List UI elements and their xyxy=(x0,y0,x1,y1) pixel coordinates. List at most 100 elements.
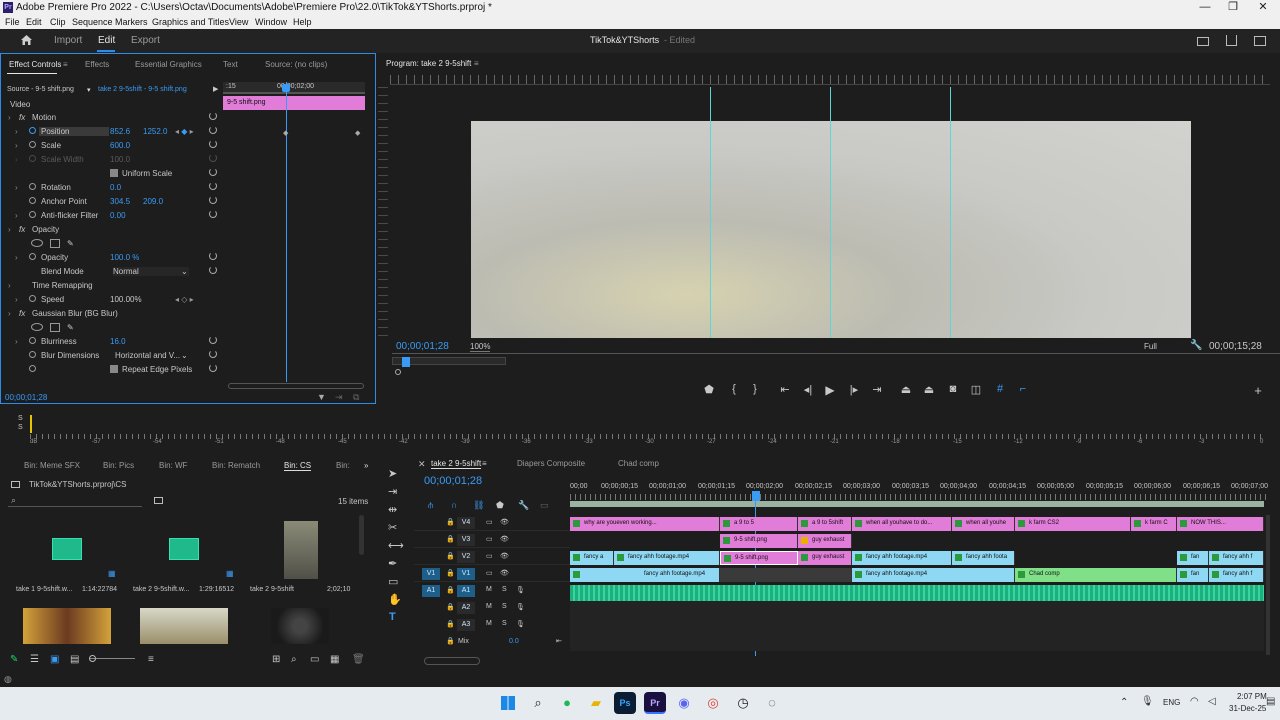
go-to-out-icon[interactable]: ⇥ xyxy=(868,383,886,396)
sync-lock-icon[interactable]: ▭ xyxy=(486,535,493,543)
lock-icon[interactable]: 🔒 xyxy=(446,586,455,594)
track-header-v2[interactable]: 🔒 V2 ▭ 👁 xyxy=(414,549,570,565)
track-header-a3[interactable]: 🔒 A3 M S 🎙 xyxy=(414,617,570,633)
tab-export[interactable]: Export xyxy=(131,35,160,46)
mute-button[interactable]: M xyxy=(486,586,492,593)
file-explorer-icon[interactable]: ▰ xyxy=(585,692,607,714)
ripple-edit-icon[interactable]: ⇹ xyxy=(388,503,397,516)
timeline-zoom-bar[interactable] xyxy=(424,657,480,665)
spotify-icon[interactable]: ● xyxy=(556,692,578,714)
source-selector[interactable]: Source - 9-5 shift.png xyxy=(7,86,74,93)
source-patch[interactable]: V1 xyxy=(422,568,440,580)
lock-icon[interactable]: 🔒 xyxy=(446,637,455,645)
slip-icon[interactable]: ⟷ xyxy=(388,539,404,552)
uniform-scale-checkbox[interactable] xyxy=(110,169,118,177)
icon-view-icon[interactable]: ▣ xyxy=(50,654,59,665)
track-header-mix[interactable]: 🔒 Mix 0.0 ⇤ xyxy=(414,634,570,650)
share-icon[interactable] xyxy=(1226,35,1237,46)
track-target[interactable]: A2 xyxy=(457,602,475,614)
list-view-icon[interactable]: ☰ xyxy=(30,654,39,665)
eye-icon[interactable]: 👁 xyxy=(500,518,509,526)
rotation-value[interactable]: 0.0 xyxy=(110,183,121,192)
clip-v4[interactable]: k farm C xyxy=(1131,517,1177,531)
opacity-value[interactable]: 100.0 % xyxy=(110,253,139,262)
settings-icon[interactable]: ⧉ xyxy=(353,392,359,403)
export-icon[interactable]: ⇥ xyxy=(335,392,343,403)
snap-icon[interactable]: ∩ xyxy=(451,500,457,510)
snap-guides-icon[interactable]: ⌐ xyxy=(1014,383,1032,395)
home-icon[interactable] xyxy=(20,34,33,46)
bin-search-input[interactable]: ⌕ xyxy=(8,495,142,507)
keyframe-icon[interactable]: ◆ xyxy=(283,129,288,137)
chrome-icon[interactable]: ◎ xyxy=(702,692,724,714)
clip-v1[interactable]: fancy ahh f xyxy=(1209,568,1264,582)
tray-chevron-icon[interactable]: ⌃ xyxy=(1120,697,1128,708)
premiere-icon[interactable]: Pr xyxy=(644,692,666,714)
mark-out-icon[interactable]: } xyxy=(746,383,764,395)
menu-help[interactable]: Help xyxy=(293,17,312,27)
track-target[interactable]: V2 xyxy=(457,551,475,563)
lock-icon[interactable]: 🔒 xyxy=(446,518,455,526)
program-timecode[interactable]: 00;00;01;28 xyxy=(396,341,449,352)
sequence-selector[interactable]: take 2 9-5shift - 9-5 shift.png xyxy=(98,86,187,93)
sync-lock-icon[interactable]: ▭ xyxy=(486,569,493,577)
captions-icon[interactable]: ▭ xyxy=(540,500,549,511)
pen-mask-icon[interactable]: ✎ xyxy=(67,323,74,332)
tab-text[interactable]: Text xyxy=(223,60,238,69)
track-target[interactable]: V3 xyxy=(457,534,475,546)
thumbnail-video[interactable] xyxy=(23,608,111,644)
microphone-icon[interactable]: 🎙 xyxy=(516,603,525,611)
reset-icon[interactable] xyxy=(209,210,217,218)
add-button-icon[interactable]: + xyxy=(1249,383,1267,398)
selection-tool-icon[interactable]: ➤ xyxy=(388,467,397,480)
photoshop-icon[interactable]: Ps xyxy=(614,692,636,714)
guide-line[interactable] xyxy=(950,87,951,338)
scale-value[interactable]: 600.0 xyxy=(110,141,130,150)
tab-effects[interactable]: Effects xyxy=(85,60,109,69)
tab-import[interactable]: Import xyxy=(54,35,82,46)
stopwatch-icon[interactable] xyxy=(29,141,36,148)
track-select-icon[interactable]: ⇥ xyxy=(388,485,397,498)
language-indicator[interactable]: ENG xyxy=(1163,698,1180,707)
add-marker-icon[interactable]: ⬟ xyxy=(496,500,504,511)
mute-button[interactable]: M xyxy=(486,620,492,627)
hand-icon[interactable]: ✋ xyxy=(388,593,402,606)
clip-v1[interactable]: Chad comp xyxy=(1015,568,1177,582)
track-target[interactable]: A3 xyxy=(457,619,475,631)
stopwatch-icon[interactable] xyxy=(29,197,36,204)
timeline-settings-icon[interactable]: 🔧 xyxy=(518,500,529,511)
tab-source[interactable]: Source: (no clips) xyxy=(265,60,327,69)
reset-icon[interactable] xyxy=(209,336,217,344)
monitor-playhead[interactable] xyxy=(402,357,410,367)
position-y[interactable]: 1252.0 xyxy=(143,127,167,136)
notification-icon[interactable]: ▤ xyxy=(1266,696,1275,707)
clip-v1[interactable]: fancy ahh footage.mp4 xyxy=(852,568,1015,582)
stopwatch-icon[interactable] xyxy=(29,351,36,358)
rectangle-mask-icon[interactable] xyxy=(50,239,60,248)
clip-v4[interactable]: NOW THIS... xyxy=(1177,517,1264,531)
thumbnail-audio[interactable] xyxy=(140,521,228,577)
mute-button[interactable]: M xyxy=(486,603,492,610)
stopwatch-icon[interactable] xyxy=(29,337,36,344)
anchor-y[interactable]: 209.0 xyxy=(143,197,163,206)
program-title[interactable]: Program: take 2 9-5shift xyxy=(386,59,471,68)
stopwatch-icon[interactable] xyxy=(29,127,36,134)
track-header-a2[interactable]: 🔒 A2 M S 🎙 xyxy=(414,600,570,616)
program-video-frame[interactable] xyxy=(471,121,1191,338)
new-bin-icon[interactable] xyxy=(154,497,163,504)
ec-playhead[interactable] xyxy=(286,82,287,382)
lock-icon[interactable]: 🔒 xyxy=(446,620,455,628)
thumbnail-audio[interactable] xyxy=(22,521,110,577)
sync-lock-icon[interactable]: ▭ xyxy=(486,552,493,560)
bin-scrollbar[interactable] xyxy=(359,515,364,555)
stopwatch-icon[interactable] xyxy=(29,253,36,260)
blurriness-value[interactable]: 16.0 xyxy=(110,337,126,346)
wifi-icon[interactable]: ◠ xyxy=(1190,696,1199,707)
position-x[interactable]: 852.6 xyxy=(110,127,130,136)
tab-essential-graphics[interactable]: Essential Graphics xyxy=(135,60,202,69)
clip-v4[interactable]: when all youhave to do... xyxy=(852,517,952,531)
lock-icon[interactable]: 🔒 xyxy=(446,552,455,560)
lock-icon[interactable]: 🔒 xyxy=(446,603,455,611)
sync-lock-icon[interactable]: ▭ xyxy=(486,518,493,526)
clip-v2[interactable]: fancy ahh foota xyxy=(952,551,1015,565)
